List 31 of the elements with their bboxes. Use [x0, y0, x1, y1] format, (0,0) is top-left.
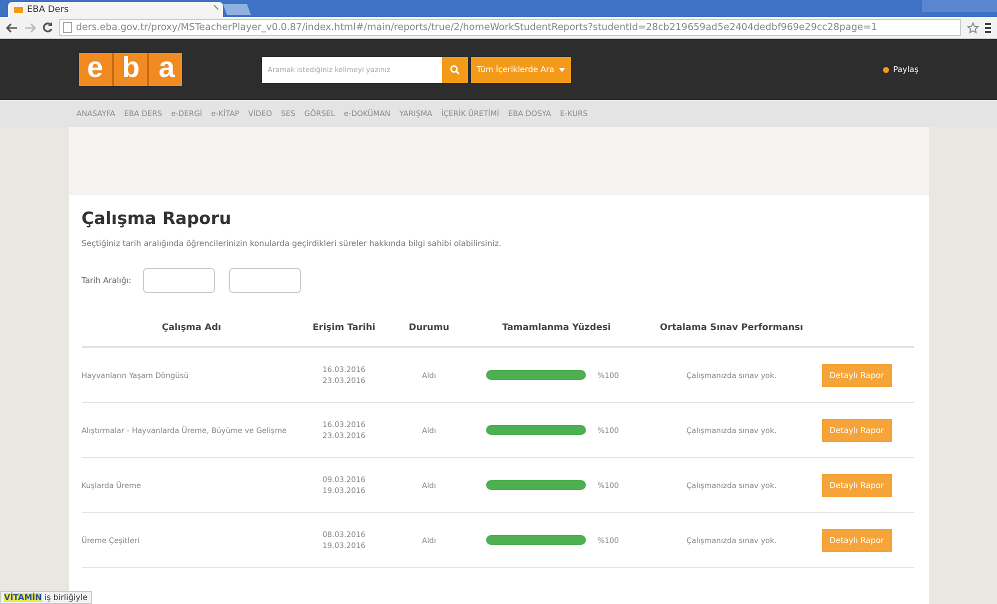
page-icon: [14, 6, 23, 12]
caret-icon: [559, 68, 566, 72]
report-description: Seçtiğiniz tarih aralığında öğrencilerinizin konularda geçirdikleri süreler hakkında bilgi sahibi olabilirsiniz.: [82, 239, 502, 248]
browser-tab[interactable]: EBA Ders: [8, 2, 223, 17]
end-date-field[interactable]: [229, 268, 302, 293]
column-header: Ortalama Sınav Performansı: [658, 323, 804, 333]
reload-icon[interactable]: [42, 22, 53, 33]
column-header: Durumu: [408, 323, 450, 333]
search-icon: [450, 64, 460, 74]
date-range-label: Tarih Aralığı:: [82, 276, 132, 285]
menu-icon[interactable]: [985, 22, 991, 34]
address-bar[interactable]: ders.eba.gov.tr/proxy/MSTeacherPlayer_v0.0.87/index.html#/main/reports/true/2/homeWorkStudentReports?studentId=28cb219659ad5e2404dedbf969e29cc28page=1: [59, 19, 961, 36]
column-header: Çalışma Adı: [160, 323, 222, 333]
tab-title: EBA Ders: [27, 4, 70, 14]
share-link[interactable]: Paylaş: [893, 65, 918, 74]
detail-report-button[interactable]: Detaylı Rapor: [822, 528, 892, 552]
detail-report-button[interactable]: Detaylı Rapor: [822, 418, 892, 442]
report-title: Çalışma Raporu: [82, 209, 232, 229]
forward-icon[interactable]: [24, 22, 36, 32]
share-icon: [883, 66, 890, 72]
column-header: Erişim Tarihi: [312, 323, 376, 333]
column-header: Tamamlanma Yüzdesi: [501, 323, 612, 333]
detail-report-button[interactable]: Detaylı Rapor: [822, 474, 892, 496]
detail-report-button[interactable]: Detaylı Rapor: [822, 364, 892, 386]
back-icon[interactable]: [6, 22, 18, 32]
search-button[interactable]: [442, 56, 468, 82]
status-text: VİTAMİN iş birliğiyle: [0, 591, 92, 604]
star-icon[interactable]: [967, 22, 979, 34]
new-tab-button[interactable]: [223, 4, 251, 15]
start-date-field[interactable]: [143, 268, 216, 293]
search-all-button[interactable]: Tüm İçeriklerde Ara: [470, 56, 572, 82]
